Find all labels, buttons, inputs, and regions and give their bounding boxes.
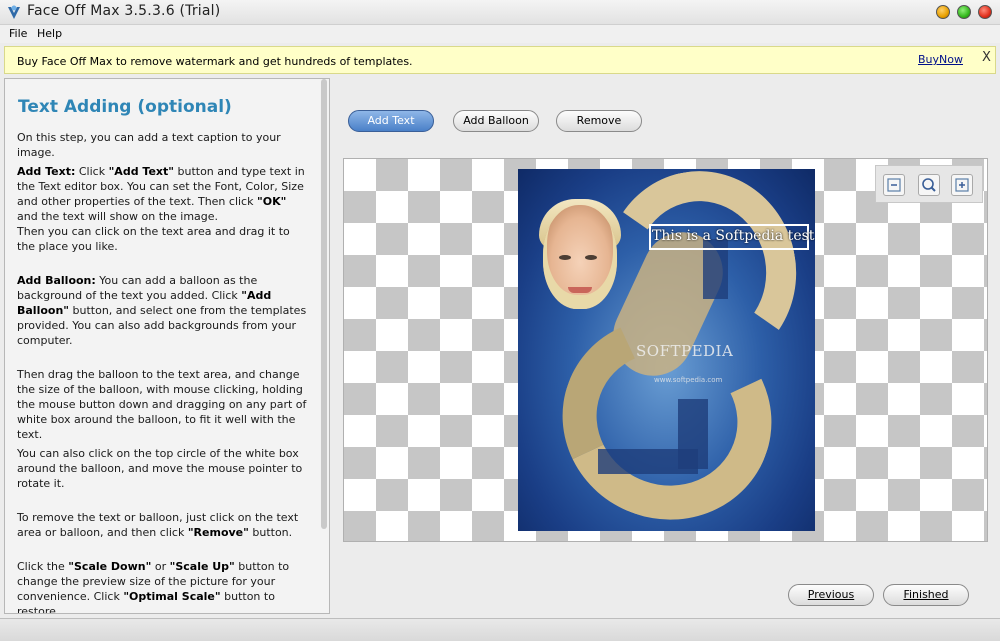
- maximize-button[interactable]: [957, 5, 971, 19]
- template-image[interactable]: This is a Softpedia test SOFTPEDIA www.s…: [518, 169, 815, 531]
- banner-close-button[interactable]: X: [982, 50, 991, 65]
- preview-canvas[interactable]: This is a Softpedia test SOFTPEDIA www.s…: [343, 158, 988, 542]
- menu-help[interactable]: Help: [37, 27, 62, 40]
- status-bar: [0, 618, 1000, 641]
- inserted-face[interactable]: [543, 205, 617, 309]
- close-window-button[interactable]: [978, 5, 992, 19]
- buy-now-link[interactable]: BuyNow: [918, 53, 963, 66]
- menu-file[interactable]: File: [9, 27, 27, 40]
- optimal-scale-icon: [922, 178, 936, 192]
- app-logo-icon: [8, 5, 20, 19]
- banner-message: Buy Face Off Max to remove watermark and…: [17, 55, 413, 68]
- help-drag-balloon: Then drag the balloon to the text area, …: [17, 368, 307, 441]
- watermark-url: www.softpedia.com: [654, 376, 723, 384]
- scale-down-icon: [887, 178, 901, 192]
- scale-up-icon: [955, 178, 969, 192]
- add-text-button[interactable]: Add Text: [348, 110, 434, 132]
- watermark-text: SOFTPEDIA: [636, 342, 734, 360]
- help-scale: Click the "Scale Down" or "Scale Up" but…: [17, 560, 290, 614]
- scale-down-button[interactable]: [883, 174, 905, 196]
- help-add-balloon: Add Balloon: You can add a balloon as th…: [17, 274, 307, 347]
- previous-button[interactable]: Previous: [788, 584, 874, 606]
- pixelated-patch: [598, 449, 698, 474]
- minimize-button[interactable]: [936, 5, 950, 19]
- face-eye: [559, 255, 571, 260]
- help-panel: Text Adding (optional) On this step, you…: [4, 78, 330, 614]
- step-heading: Text Adding (optional): [18, 97, 232, 117]
- caption-text[interactable]: This is a Softpedia test: [652, 228, 814, 244]
- finished-button[interactable]: Finished: [883, 584, 969, 606]
- menu-bar: File Help: [0, 25, 1000, 43]
- help-add-text: Add Text: Click "Add Text" button and ty…: [17, 165, 305, 253]
- window-title: Face Off Max 3.5.3.6 (Trial): [27, 3, 221, 19]
- optimal-scale-button[interactable]: [918, 174, 940, 196]
- title-bar: Face Off Max 3.5.3.6 (Trial): [0, 0, 1000, 25]
- trial-banner: Buy Face Off Max to remove watermark and…: [4, 46, 996, 74]
- zoom-toolbar: [875, 165, 983, 203]
- add-balloon-button[interactable]: Add Balloon: [453, 110, 539, 132]
- help-panel-scrollbar[interactable]: [321, 79, 327, 529]
- help-rotate: You can also click on the top circle of …: [17, 447, 303, 490]
- help-remove: To remove the text or balloon, just clic…: [17, 511, 299, 539]
- help-intro: On this step, you can add a text caption…: [17, 131, 281, 159]
- scale-up-button[interactable]: [951, 174, 973, 196]
- remove-button[interactable]: Remove: [556, 110, 642, 132]
- face-eye: [585, 255, 597, 260]
- face-mouth: [568, 287, 592, 293]
